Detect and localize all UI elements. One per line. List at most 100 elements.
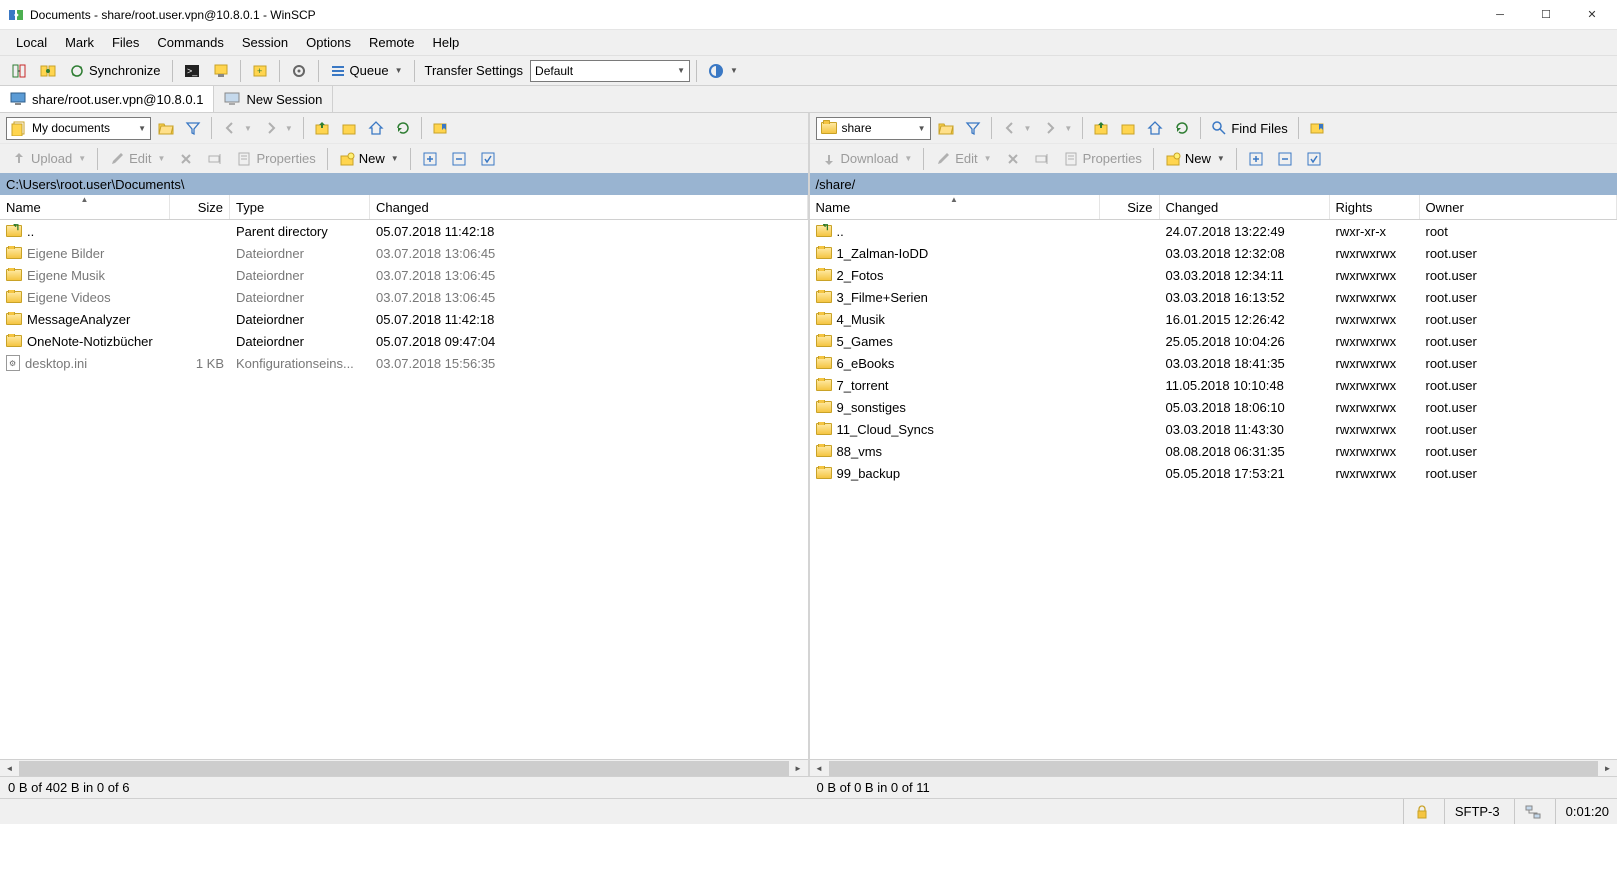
remote-header-owner[interactable]: Owner bbox=[1420, 195, 1617, 219]
queue-button[interactable]: Queue▼ bbox=[325, 59, 408, 83]
table-row[interactable]: desktop.ini1 KBKonfigurationseins...03.0… bbox=[0, 352, 808, 374]
local-action-toolbar: Upload▼ Edit▼ Properties New▼ bbox=[0, 143, 808, 173]
remote-header-rights[interactable]: Rights bbox=[1330, 195, 1420, 219]
local-drive-select[interactable]: My documents ▼ bbox=[6, 117, 151, 140]
remote-header-name[interactable]: ▲Name bbox=[810, 195, 1100, 219]
remote-back-button[interactable]: ▼ bbox=[998, 116, 1036, 140]
local-parent-dir-icon[interactable] bbox=[310, 116, 334, 140]
local-new-button[interactable]: New▼ bbox=[334, 147, 404, 171]
table-row[interactable]: 11_Cloud_Syncs03.03.2018 11:43:30rwxrwxr… bbox=[810, 418, 1617, 440]
remote-plus-icon[interactable] bbox=[1243, 147, 1269, 171]
find-files-button[interactable]: Find Files bbox=[1207, 116, 1291, 140]
table-row[interactable]: 6_eBooks03.03.2018 18:41:35rwxrwxrwxroot… bbox=[810, 352, 1617, 374]
table-row[interactable]: 99_backup05.05.2018 17:53:21rwxrwxrwxroo… bbox=[810, 462, 1617, 484]
table-row[interactable]: Eigene VideosDateiordner03.07.2018 13:06… bbox=[0, 286, 808, 308]
sync-browse-icon[interactable] bbox=[6, 59, 32, 83]
remote-refresh-icon[interactable] bbox=[1170, 116, 1194, 140]
table-row[interactable]: 2_Fotos03.03.2018 12:34:11rwxrwxrwxroot.… bbox=[810, 264, 1617, 286]
minimize-button[interactable]: ─ bbox=[1477, 0, 1523, 30]
remote-root-dir-icon[interactable] bbox=[1116, 116, 1140, 140]
table-row[interactable]: MessageAnalyzerDateiordner05.07.2018 11:… bbox=[0, 308, 808, 330]
menu-commands[interactable]: Commands bbox=[149, 32, 231, 53]
remote-header-size[interactable]: Size bbox=[1100, 195, 1160, 219]
session-tab-new[interactable]: New Session bbox=[214, 86, 333, 112]
remote-forward-button[interactable]: ▼ bbox=[1038, 116, 1076, 140]
local-edit-button[interactable]: Edit▼ bbox=[104, 147, 170, 171]
compare-icon[interactable] bbox=[35, 59, 61, 83]
remote-edit-button[interactable]: Edit▼ bbox=[930, 147, 996, 171]
remote-filter-icon[interactable] bbox=[961, 116, 985, 140]
menu-local[interactable]: Local bbox=[8, 32, 55, 53]
local-delete-icon[interactable] bbox=[173, 147, 199, 171]
synchronize-button[interactable]: Synchronize bbox=[64, 59, 166, 83]
table-row[interactable]: 7_torrent11.05.2018 10:10:48rwxrwxrwxroo… bbox=[810, 374, 1617, 396]
preferences-icon[interactable] bbox=[286, 59, 312, 83]
remote-properties-button[interactable]: Properties bbox=[1058, 147, 1147, 171]
session-tab-active[interactable]: share/root.user.vpn@10.8.0.1 bbox=[0, 86, 214, 112]
table-row[interactable]: Eigene BilderDateiordner03.07.2018 13:06… bbox=[0, 242, 808, 264]
download-button[interactable]: Download▼ bbox=[816, 147, 918, 171]
add-bookmark-icon[interactable]: + bbox=[247, 59, 273, 83]
menu-remote[interactable]: Remote bbox=[361, 32, 423, 53]
local-file-list[interactable]: ..Parent directory05.07.2018 11:42:18Eig… bbox=[0, 220, 808, 759]
local-header-type[interactable]: Type bbox=[230, 195, 370, 219]
local-refresh-icon[interactable] bbox=[391, 116, 415, 140]
local-header-size[interactable]: Size bbox=[170, 195, 230, 219]
remote-rename-icon[interactable] bbox=[1029, 147, 1055, 171]
remote-parent-dir-icon[interactable] bbox=[1089, 116, 1113, 140]
local-header-name[interactable]: ▲Name bbox=[0, 195, 170, 219]
session-color-icon[interactable]: ▼ bbox=[703, 59, 743, 83]
local-path-bar[interactable]: C:\Users\root.user\Documents\ bbox=[0, 173, 808, 195]
local-root-dir-icon[interactable] bbox=[337, 116, 361, 140]
remote-drive-select[interactable]: share ▼ bbox=[816, 117, 931, 140]
local-h-scrollbar[interactable]: ◄► bbox=[0, 759, 808, 776]
remote-header-changed[interactable]: Changed bbox=[1160, 195, 1330, 219]
remote-delete-icon[interactable] bbox=[1000, 147, 1026, 171]
local-properties-button[interactable]: Properties bbox=[231, 147, 320, 171]
table-row[interactable]: ..Parent directory05.07.2018 11:42:18 bbox=[0, 220, 808, 242]
table-row[interactable]: 3_Filme+Serien03.03.2018 16:13:52rwxrwxr… bbox=[810, 286, 1617, 308]
table-row[interactable]: 88_vms08.08.2018 06:31:35rwxrwxrwxroot.u… bbox=[810, 440, 1617, 462]
local-forward-button[interactable]: ▼ bbox=[259, 116, 297, 140]
maximize-button[interactable]: ☐ bbox=[1523, 0, 1569, 30]
menu-mark[interactable]: Mark bbox=[57, 32, 102, 53]
remote-bookmarks-icon[interactable] bbox=[1305, 116, 1329, 140]
local-selectall-icon[interactable] bbox=[475, 147, 501, 171]
panels: My documents ▼ ▼ ▼ Upload▼ Edit▼ Propert… bbox=[0, 113, 1617, 776]
menu-help[interactable]: Help bbox=[424, 32, 467, 53]
console-icon[interactable]: >_ bbox=[179, 59, 205, 83]
local-home-icon[interactable] bbox=[364, 116, 388, 140]
upload-button[interactable]: Upload▼ bbox=[6, 147, 91, 171]
table-row[interactable]: Eigene MusikDateiordner03.07.2018 13:06:… bbox=[0, 264, 808, 286]
table-row[interactable]: 9_sonstiges05.03.2018 18:06:10rwxrwxrwxr… bbox=[810, 396, 1617, 418]
local-minus-icon[interactable] bbox=[446, 147, 472, 171]
table-row[interactable]: 4_Musik16.01.2015 12:26:42rwxrwxrwxroot.… bbox=[810, 308, 1617, 330]
remote-home-icon[interactable] bbox=[1143, 116, 1167, 140]
parent-dir-icon bbox=[6, 225, 22, 237]
local-bookmarks-icon[interactable] bbox=[428, 116, 452, 140]
local-open-folder-icon[interactable] bbox=[154, 116, 178, 140]
remote-selectall-icon[interactable] bbox=[1301, 147, 1327, 171]
menu-files[interactable]: Files bbox=[104, 32, 147, 53]
remote-h-scrollbar[interactable]: ◄► bbox=[810, 759, 1617, 776]
local-filter-icon[interactable] bbox=[181, 116, 205, 140]
local-selection-status: 0 B of 402 B in 0 of 6 bbox=[0, 777, 809, 798]
local-plus-icon[interactable] bbox=[417, 147, 443, 171]
table-row[interactable]: 5_Games25.05.2018 10:04:26rwxrwxrwxroot.… bbox=[810, 330, 1617, 352]
close-button[interactable]: ✕ bbox=[1569, 0, 1615, 30]
menu-options[interactable]: Options bbox=[298, 32, 359, 53]
remote-new-button[interactable]: New▼ bbox=[1160, 147, 1230, 171]
transfer-settings-select[interactable]: Default▼ bbox=[530, 60, 690, 82]
remote-minus-icon[interactable] bbox=[1272, 147, 1298, 171]
remote-open-folder-icon[interactable] bbox=[934, 116, 958, 140]
local-rename-icon[interactable] bbox=[202, 147, 228, 171]
local-header-changed[interactable]: Changed bbox=[370, 195, 808, 219]
table-row[interactable]: ..24.07.2018 13:22:49rwxr-xr-xroot bbox=[810, 220, 1617, 242]
table-row[interactable]: OneNote-NotizbücherDateiordner05.07.2018… bbox=[0, 330, 808, 352]
menu-session[interactable]: Session bbox=[234, 32, 296, 53]
local-back-button[interactable]: ▼ bbox=[218, 116, 256, 140]
remote-path-bar[interactable]: /share/ bbox=[810, 173, 1617, 195]
putty-icon[interactable] bbox=[208, 59, 234, 83]
table-row[interactable]: 1_Zalman-IoDD03.03.2018 12:32:08rwxrwxrw… bbox=[810, 242, 1617, 264]
remote-file-list[interactable]: ..24.07.2018 13:22:49rwxr-xr-xroot1_Zalm… bbox=[810, 220, 1617, 759]
